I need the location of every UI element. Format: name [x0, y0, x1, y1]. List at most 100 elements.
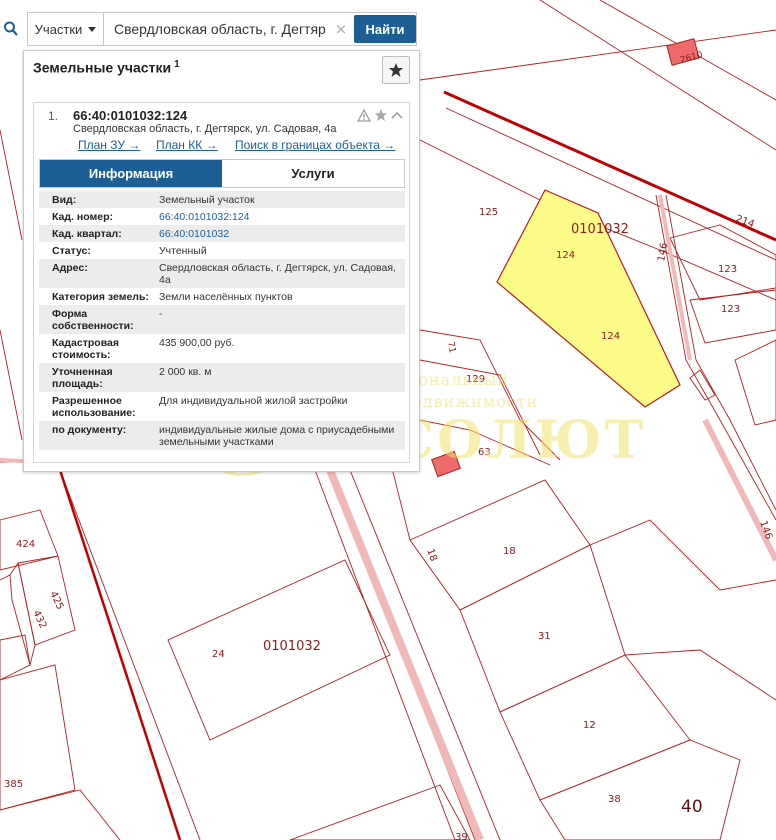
info-key: Разрешенное использование: [52, 395, 136, 419]
info-key: Уточненная площадь: [52, 366, 113, 390]
results-panel: Земельные участки 1 1. 66:40:0101032:124 … [23, 50, 420, 472]
favorite-button[interactable] [382, 56, 410, 84]
info-row: Категория земель: Земли населённых пункто… [39, 288, 405, 305]
plan-kk-link[interactable]: План КК → [156, 138, 235, 152]
info-row: Кадастровая стоимость: 435 900,00 руб. [39, 334, 405, 363]
tab-services[interactable]: Услуги [222, 160, 404, 187]
parcel-label: 24 [212, 649, 225, 660]
parcel-label: 425 [47, 590, 65, 612]
warning-icon[interactable] [357, 108, 371, 122]
parcel-label: 63 [478, 447, 491, 458]
road-band [0, 458, 24, 463]
parcel-boundary [589, 519, 776, 591]
info-row: Адрес: Свердловская область, г. Дегтярск,… [39, 259, 405, 288]
info-key: Статус: [52, 245, 91, 257]
parcel-label: 385 [4, 779, 23, 790]
parcel-boundary [0, 574, 11, 581]
result-count: 1 [174, 59, 180, 70]
parcel-boundary [539, 0, 776, 151]
search-box: Участки Свердловская область, г. Дегтяр … [27, 12, 417, 46]
parcel-boundary [665, 194, 776, 511]
info-key: Кад. номер: [52, 211, 114, 223]
result-index: 1. [48, 109, 59, 123]
parcel-123b [689, 289, 776, 344]
search-in-bounds-link[interactable]: Поиск в границах объекта → [235, 138, 395, 152]
star-icon[interactable] [374, 108, 388, 122]
parcel-425 [17, 555, 76, 646]
info-row: Форма собственности: - [39, 305, 405, 334]
chevron-down-icon [88, 26, 97, 32]
parcel-label: 40 [681, 797, 703, 817]
search-input[interactable]: Свердловская область, г. Дегтяр [104, 13, 330, 45]
info-key: по документу: [52, 424, 127, 436]
parcel-39 [289, 784, 471, 840]
info-key: Форма собственности: [52, 308, 134, 332]
parcel-boundary [0, 789, 121, 840]
parcel-boundary [419, 29, 776, 81]
building [431, 450, 461, 478]
road-line [58, 469, 182, 840]
card-icons [357, 108, 403, 122]
parcel-38 [539, 739, 741, 840]
info-row: Разрешенное использование: Для индивидуал… [39, 392, 405, 421]
info-row: по документу: индивидуальные жилые дома с… [39, 421, 405, 450]
parcel-label: 12 [583, 720, 596, 731]
result-tabs: Информация Услуги [39, 159, 405, 188]
info-key: Адрес: [52, 262, 88, 274]
result-address: Свердловская область, г. Дегтярск, ул. С… [73, 123, 337, 135]
info-value: Земли населённых пунктов [159, 291, 293, 303]
panel-title-text: Земельные участки [33, 59, 172, 76]
result-cad-number[interactable]: 66:40:0101032:124 [73, 108, 187, 123]
parcel-label: 39 [455, 832, 468, 840]
parcel-boundary [0, 129, 23, 241]
info-value: 435 900,00 руб. [159, 337, 235, 349]
chevron-up-icon[interactable] [391, 110, 403, 120]
parcel-boundary [0, 329, 23, 441]
road-band [326, 468, 484, 840]
parcel-label: 124 [556, 250, 575, 261]
info-row: Статус: Учтенный [39, 242, 405, 259]
tab-information[interactable]: Информация [40, 160, 222, 187]
parcel-label: 18 [503, 546, 516, 557]
plan-zu-link[interactable]: План ЗУ → [78, 138, 156, 152]
parcel-boundary [389, 459, 411, 541]
parcel-boundary [734, 339, 776, 426]
parcel-boundary [689, 369, 716, 401]
parcel-label: 71 [445, 341, 457, 354]
cad-number-link[interactable]: 66:40:0101032:124 [159, 208, 405, 225]
info-value: Для индивидуальной жилой застройки [159, 395, 348, 407]
road-line [0, 470, 60, 500]
clear-icon[interactable]: × [330, 13, 352, 45]
star-icon [389, 63, 403, 77]
parcel-boundary [624, 649, 776, 701]
info-value: - [159, 308, 163, 320]
info-key: Категория земель: [52, 291, 149, 303]
info-row: Уточненная площадь: 2 000 кв. м [39, 363, 405, 392]
search-mode-dropdown[interactable]: Участки [28, 13, 104, 45]
parcel-boundary [59, 469, 201, 840]
search-icon[interactable] [0, 12, 22, 46]
panel-title: Земельные участки 1 [33, 59, 180, 76]
parcel-boundary [445, 107, 776, 261]
result-links: План ЗУ → План КК → Поиск в границах объ… [78, 138, 395, 152]
info-value: Свердловская область, г. Дегтярск, ул. С… [159, 262, 396, 286]
find-button[interactable]: Найти [354, 15, 416, 43]
info-table: Вид: Земельный участок Кад. номер: 66:40:0… [39, 191, 405, 450]
parcel-label: 31 [538, 631, 551, 642]
block-label-top: 0101032 [571, 222, 629, 237]
parcel-label: 214 [734, 213, 756, 230]
parcel-31 [459, 544, 626, 713]
info-value: Учтенный [159, 245, 207, 257]
info-row: Кад. квартал: 66:40:0101032 [39, 225, 405, 242]
parcel-123a [669, 224, 776, 301]
parcel-label: 424 [16, 539, 35, 550]
road-band [658, 194, 692, 361]
parcel-boundary [419, 329, 561, 461]
parcel-label: 432 [30, 609, 48, 631]
info-row: Вид: Земельный участок [39, 191, 405, 208]
info-key: Кадастровая стоимость: [52, 337, 119, 361]
block-label-bottom: 0101032 [263, 639, 321, 654]
parcel-label: 125 [479, 207, 498, 218]
cad-quarter-link[interactable]: 66:40:0101032 [159, 225, 405, 242]
result-card: 1. 66:40:0101032:124 Свердловская област… [33, 102, 410, 463]
